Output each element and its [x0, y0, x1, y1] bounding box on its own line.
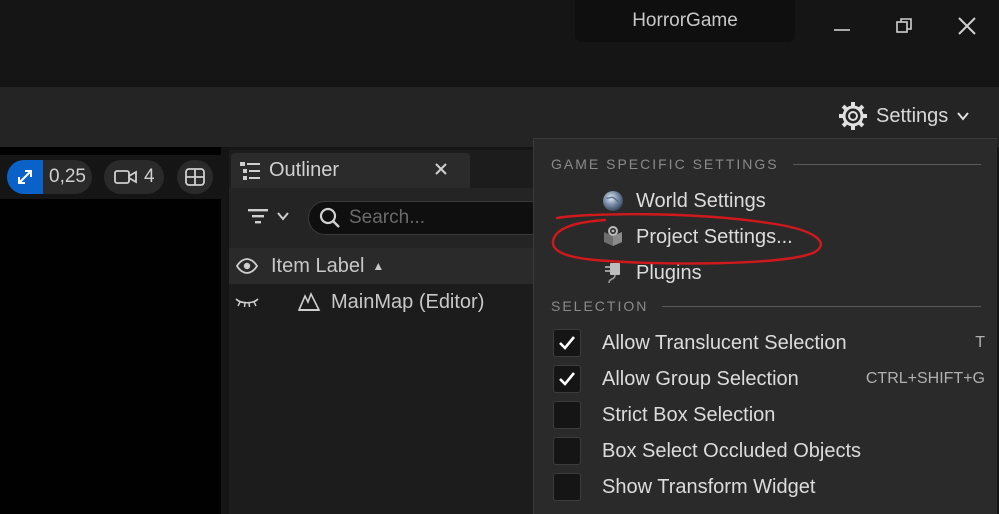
outliner-search[interactable] — [308, 201, 548, 235]
minimize-button[interactable] — [822, 6, 862, 46]
checkbox[interactable] — [553, 473, 581, 501]
option-label: Allow Group Selection — [602, 367, 799, 390]
sort-ascending-icon: ▲ — [372, 259, 385, 273]
shortcut-hint: CTRL+SHIFT+G — [865, 370, 985, 387]
chevron-down-icon — [277, 212, 289, 221]
checkbox[interactable] — [553, 437, 581, 465]
checkbox[interactable] — [553, 329, 581, 357]
scale-snap-control[interactable]: 0,25 — [7, 160, 92, 194]
option-box-select-occluded[interactable]: Box Select Occluded Objects — [553, 434, 985, 468]
project-name: HorrorGame — [632, 10, 738, 31]
option-allow-group-selection[interactable]: Allow Group Selection CTRL+SHIFT+G — [553, 362, 985, 396]
settings-button[interactable]: Settings — [838, 99, 970, 133]
scale-icon — [18, 170, 32, 184]
outliner-title: Outliner — [269, 159, 340, 181]
divider — [792, 163, 981, 165]
grid-layout-icon — [185, 168, 205, 186]
eye-icon — [236, 258, 258, 274]
search-input[interactable] — [349, 207, 519, 229]
visibility-column[interactable] — [229, 258, 265, 274]
filter-button[interactable] — [246, 205, 290, 227]
option-label: Show Transform Widget — [602, 475, 816, 498]
checkmark-icon — [559, 372, 576, 386]
scale-snap-toggle[interactable] — [7, 160, 43, 194]
level-viewport[interactable] — [0, 147, 221, 514]
tree-row[interactable]: MainMap (Editor) — [229, 284, 539, 320]
gear-icon — [839, 102, 867, 130]
item-label-column[interactable]: Item Label — [265, 255, 364, 278]
section-header-selection: SELECTION — [551, 298, 981, 314]
eye-closed-icon — [235, 298, 259, 308]
option-label: Strict Box Selection — [602, 403, 776, 426]
option-label: Box Select Occluded Objects — [602, 439, 862, 462]
camera-speed-control[interactable]: 4 — [104, 160, 164, 194]
restore-icon — [896, 18, 912, 33]
option-allow-translucent-selection[interactable]: Allow Translucent Selection T — [553, 326, 985, 360]
divider — [662, 305, 981, 307]
checkbox[interactable] — [553, 365, 581, 393]
visibility-toggle[interactable] — [229, 296, 265, 308]
restore-button[interactable] — [884, 6, 924, 46]
option-show-transform-widget[interactable]: Show Transform Widget — [553, 470, 985, 504]
checkmark-icon — [559, 336, 576, 350]
close-icon — [958, 17, 976, 35]
outliner-close-button[interactable] — [434, 160, 448, 181]
close-icon — [435, 163, 447, 175]
section-label: SELECTION — [551, 298, 649, 314]
settings-label: Settings — [876, 104, 949, 127]
option-strict-box-selection[interactable]: Strict Box Selection — [553, 398, 985, 432]
outliner-column-header[interactable]: Item Label ▲ — [229, 248, 539, 284]
camera-icon — [114, 170, 137, 184]
search-icon — [319, 207, 340, 228]
project-tab[interactable]: HorrorGame — [575, 0, 795, 42]
viewport-layout-button[interactable] — [177, 160, 213, 194]
checkbox[interactable] — [553, 401, 581, 429]
section-label: GAME SPECIFIC SETTINGS — [551, 156, 779, 172]
red-annotation-ellipse — [551, 212, 822, 265]
camera-speed-value: 4 — [144, 166, 155, 187]
section-header-game-settings: GAME SPECIFIC SETTINGS — [551, 156, 981, 172]
option-label: Allow Translucent Selection — [602, 331, 847, 354]
shortcut-hint: T — [975, 334, 985, 351]
map-icon — [297, 292, 321, 311]
outliner-icon — [240, 161, 260, 180]
minimize-icon — [834, 29, 850, 31]
scale-snap-value: 0,25 — [49, 166, 86, 187]
tree-row-label: MainMap (Editor) — [331, 290, 485, 313]
close-window-button[interactable] — [947, 6, 987, 46]
filter-icon — [248, 209, 268, 224]
chevron-down-icon — [957, 112, 970, 121]
